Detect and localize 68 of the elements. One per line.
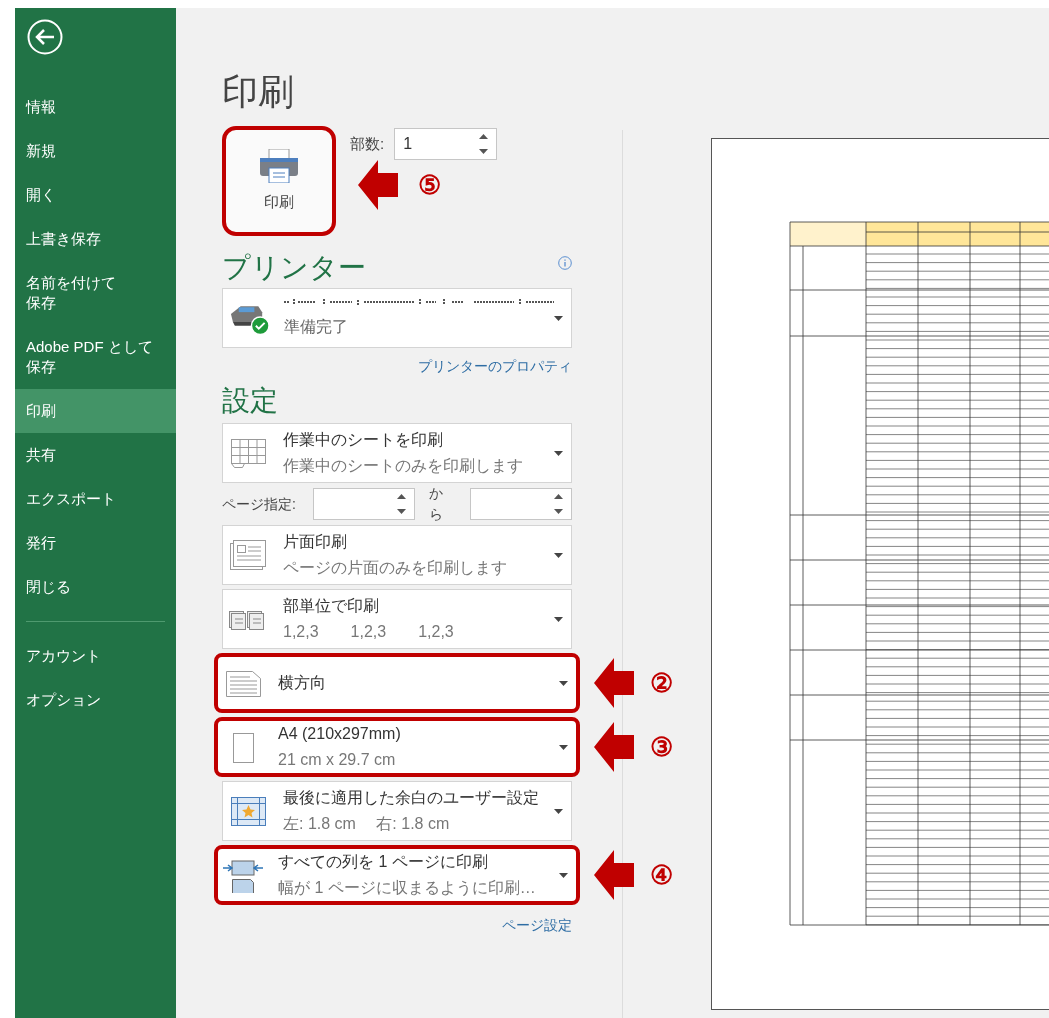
sidebar-item[interactable]: 名前を付けて 保存 [15,261,176,325]
option-subtitle: 幅が 1 ページに収まるように印刷… [278,878,537,898]
sidebar-item[interactable]: 発行 [15,521,176,565]
spin-field[interactable]: 1 [394,128,498,160]
settings-dropdown[interactable]: 横方向 [214,653,580,713]
page-title: 印刷 [222,70,295,114]
sidebar-item[interactable]: 情報 [15,85,176,129]
settings-dropdown[interactable]: 片面印刷 ページの片面のみを印刷します [222,525,572,585]
option-title: 最後に適用した余白のユーザー設定 [283,788,540,808]
page-range-to-label: から [428,484,444,524]
sidebar-item[interactable]: 新規 [15,129,176,173]
spin-field[interactable] [313,488,415,520]
spinner-arrows-icon[interactable] [554,493,563,515]
printer-dropdown[interactable]: 準備完了 [222,288,572,348]
settings-dropdown[interactable]: 最後に適用した余白のユーザー設定 左: 1.8 cm 右: 1.8 cm [222,781,572,841]
settings-dropdown[interactable]: すべての列を 1 ページに印刷 幅が 1 ページに収まるように印刷… [214,845,580,905]
sidebar-item[interactable]: 閉じる [15,565,176,609]
section-heading: 設定 [222,384,279,418]
printer-icon [260,148,298,183]
print-button[interactable]: 印刷 [222,126,336,236]
spinner-arrows-icon[interactable] [396,493,406,515]
sidebar-item[interactable]: エクスポート [15,477,176,521]
settings-dropdown[interactable]: A4 (210x297mm) 21 cm x 29.7 cm [214,717,580,777]
printer-status: 準備完了 [284,317,349,337]
left-arrow-icon [594,722,634,772]
left-arrow-icon [358,160,398,210]
option-title: 部単位で印刷 [283,596,380,616]
callout-number: ③ [650,734,673,760]
sidebar-item[interactable]: 印刷 [15,389,176,433]
settings-dropdown[interactable]: 作業中のシートを印刷 作業中のシートのみを印刷します [222,423,572,483]
left-arrow-icon [594,850,634,900]
spinner-arrows-icon[interactable] [479,133,489,155]
spin-field[interactable] [470,488,572,520]
copies-value: 1 [403,134,413,154]
callout-number: ⑤ [418,172,441,198]
page-range-label: ページ指定: [222,494,297,514]
dropdown-caret-icon [554,450,563,456]
dropdown-caret-icon [554,315,563,321]
callout-number: ④ [650,862,673,888]
option-title: A4 (210x297mm) [278,724,402,744]
dropdown-caret-icon [554,616,563,622]
option-subtitle: 作業中のシートのみを印刷します [283,456,524,476]
page-setup-link[interactable]: ページ設定 [502,915,572,936]
dropdown-caret-icon [559,744,568,750]
settings-dropdown[interactable]: 部単位で印刷 1,2,3 1,2,3 1,2,3 [222,589,572,649]
left-arrow-icon [594,658,634,708]
option-subtitle: 1,2,3 1,2,3 1,2,3 [283,622,455,642]
sidebar-item[interactable]: Adobe PDF として 保存 [15,325,176,389]
copies-label: 部数: [350,133,385,154]
option-subtitle: ページの片面のみを印刷します [283,558,508,578]
sidebar-item[interactable]: アカウント [15,634,176,678]
dropdown-caret-icon [559,680,568,686]
sidebar-item[interactable]: 上書き保存 [15,217,176,261]
option-title: 作業中のシートを印刷 [283,430,444,450]
option-title: すべての列を 1 ページに印刷 [278,852,489,872]
sidebar-item[interactable]: オプション [15,678,176,722]
option-title: 横方向 [278,673,327,693]
sidebar-item[interactable]: 共有 [15,433,176,477]
dropdown-caret-icon [559,872,568,878]
dropdown-caret-icon [554,808,563,814]
option-subtitle: 21 cm x 29.7 cm [278,750,397,770]
option-subtitle: 左: 1.8 cm 右: 1.8 cm [283,814,451,834]
dropdown-caret-icon [554,552,563,558]
option-title: 片面印刷 [283,532,348,552]
section-heading: プリンター [222,251,366,285]
printer-properties-link[interactable]: プリンターのプロパティ [418,356,572,377]
sidebar-item[interactable]: 開く [15,173,176,217]
callout-number: ② [650,670,673,696]
